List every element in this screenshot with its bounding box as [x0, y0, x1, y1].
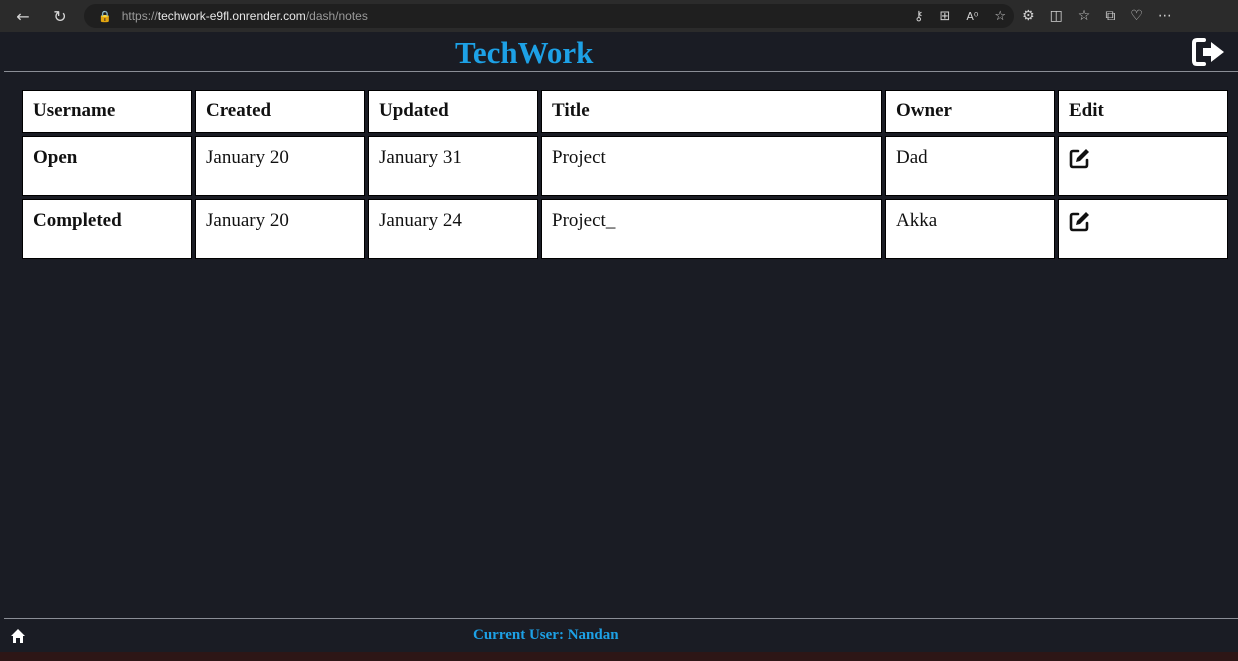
- url-path: /dash/notes: [305, 9, 368, 23]
- read-aloud-icon[interactable]: A⁰: [966, 10, 978, 23]
- table-row[interactable]: Open January 20 January 31 Project Dad: [22, 136, 1228, 196]
- created-cell: January 20: [195, 136, 365, 196]
- browser-actions: ⚙ ◫ ☆ ⧉ ♡ ⋯: [1022, 0, 1172, 32]
- edit-cell: [1058, 199, 1228, 259]
- key-icon[interactable]: ⚷: [914, 9, 924, 24]
- created-cell: January 20: [195, 199, 365, 259]
- apps-icon[interactable]: ⊞: [940, 9, 951, 24]
- edit-icon[interactable]: [1069, 147, 1091, 169]
- url-scheme: https://: [121, 9, 158, 23]
- app-header: TechWork: [4, 34, 1238, 72]
- refresh-icon[interactable]: ↻: [45, 1, 75, 31]
- table-header-row: Username Created Updated Title Owner Edi…: [22, 90, 1228, 133]
- owner-cell: Akka: [885, 199, 1055, 259]
- app-window: TechWork Username Created Updated Title …: [4, 34, 1238, 651]
- split-screen-icon[interactable]: ◫: [1050, 8, 1063, 24]
- taskbar-edge: [0, 652, 1238, 661]
- lock-icon: 🔒: [98, 9, 112, 23]
- column-header-created[interactable]: Created: [195, 90, 365, 133]
- edit-cell: [1058, 136, 1228, 196]
- updated-cell: January 31: [368, 136, 538, 196]
- column-header-edit[interactable]: Edit: [1058, 90, 1228, 133]
- notes-table: Username Created Updated Title Owner Edi…: [19, 87, 1231, 262]
- title-cell: Project_: [541, 199, 882, 259]
- logout-icon[interactable]: [1192, 37, 1226, 67]
- brand-title[interactable]: TechWork: [455, 35, 593, 71]
- title-cell: Project: [541, 136, 882, 196]
- table-row[interactable]: Completed January 20 January 24 Project_…: [22, 199, 1228, 259]
- more-menu-icon[interactable]: ⋯: [1158, 8, 1172, 24]
- column-header-owner[interactable]: Owner: [885, 90, 1055, 133]
- status-cell: Open: [22, 136, 192, 196]
- current-user-label: Current User: Nandan: [473, 627, 619, 643]
- collections-icon[interactable]: ⧉: [1105, 8, 1115, 24]
- browser-essentials-icon[interactable]: ♡: [1130, 8, 1143, 24]
- favorites-icon[interactable]: ☆: [1078, 8, 1091, 24]
- app-footer: Current User: Nandan: [4, 618, 1238, 651]
- address-bar[interactable]: 🔒 https://techwork-e9fl.onrender.com/das…: [84, 4, 1014, 28]
- owner-cell: Dad: [885, 136, 1055, 196]
- url-host: techwork-e9fl.onrender.com: [157, 9, 306, 23]
- column-header-title[interactable]: Title: [541, 90, 882, 133]
- home-icon[interactable]: [10, 628, 26, 644]
- column-header-updated[interactable]: Updated: [368, 90, 538, 133]
- back-arrow-icon[interactable]: ←: [8, 1, 38, 31]
- status-cell: Completed: [22, 199, 192, 259]
- browser-toolbar: ← ↻ 🔒 https://techwork-e9fl.onrender.com…: [0, 0, 1238, 32]
- favorite-star-icon[interactable]: ☆: [994, 9, 1006, 24]
- extensions-icon[interactable]: ⚙: [1022, 8, 1035, 24]
- edit-icon[interactable]: [1069, 210, 1091, 232]
- updated-cell: January 24: [368, 199, 538, 259]
- column-header-username[interactable]: Username: [22, 90, 192, 133]
